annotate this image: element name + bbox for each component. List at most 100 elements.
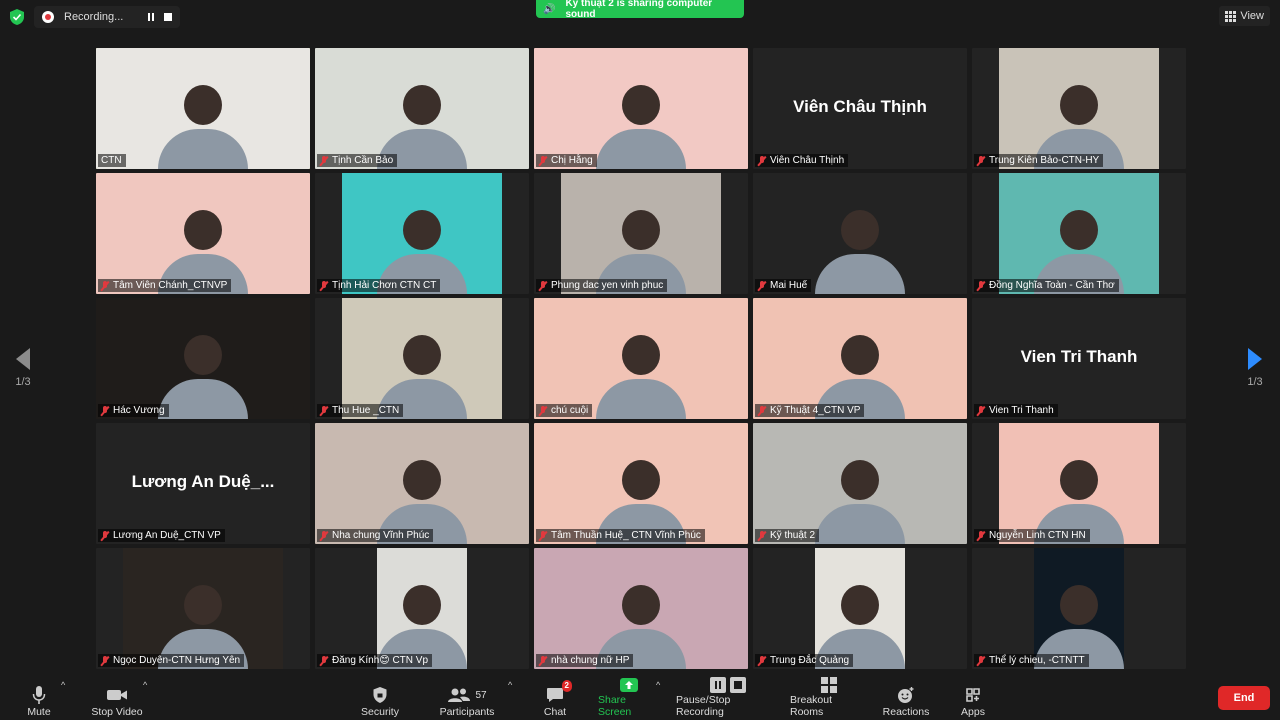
pause-stop-icon [709,676,747,694]
participant-tile[interactable]: Đăng Kính😊 CTN Vp [315,548,529,669]
participant-tile[interactable]: Phung dac yen vinh phuc [534,173,748,294]
share-options-caret-icon[interactable]: ^ [656,680,660,690]
next-page-button[interactable]: 1/3 [1240,348,1270,388]
stop-video-label: Stop Video [91,706,143,718]
participant-tile[interactable]: nhà chung nữ HP [534,548,748,669]
pause-recording-icon[interactable] [148,13,154,21]
participant-tile[interactable]: Trung Kiên Bảo-CTN-HY [972,48,1186,169]
participant-tile[interactable]: Tịnh Hải Chơn CTN CT [315,173,529,294]
participant-video [96,48,310,169]
stop-video-button[interactable]: Stop Video [90,676,144,718]
muted-microphone-icon [758,655,766,666]
security-shield-icon[interactable] [8,8,26,26]
apps-button[interactable]: Apps [958,676,988,718]
participant-tile[interactable]: Thu Hue _CTN [315,298,529,419]
participant-name-text: Kỹ thuật 2 [770,530,816,541]
participant-video [753,423,967,544]
apps-icon [964,684,982,706]
muted-microphone-icon [320,405,328,416]
chat-bubble-icon: 2 [546,680,572,706]
participant-name-label: Lương An Duệ_CTN VP [98,529,225,542]
participant-name-text: Tịnh Cần Bảo [332,155,394,166]
participant-name-label: Phung dac yen vinh phuc [536,279,668,292]
chat-button[interactable]: 2 Chat [542,676,572,718]
muted-microphone-icon [539,530,547,541]
participant-video [315,423,529,544]
smiley-face-icon [897,684,915,706]
participant-name-text: Kỹ Thuật 4_CTN VP [770,405,861,416]
pause-stop-label: Pause/Stop Recording [676,694,731,718]
participant-video [377,548,467,669]
muted-microphone-icon [320,530,328,541]
participant-name-label: Nha chung Vĩnh Phúc [317,529,434,542]
audio-options-caret-icon[interactable]: ^ [61,680,65,690]
participant-tile[interactable]: Tịnh Cần Bảo [315,48,529,169]
participants-icon: 57 [447,684,487,706]
muted-microphone-icon [320,155,328,166]
share-screen-button[interactable]: Share Screen [598,676,660,718]
stop-recording-icon[interactable] [164,13,172,21]
participant-tile[interactable]: Ngọc Duyên-CTN Hưng Yên [96,548,310,669]
participant-name-text: Tâm Viên Chánh_CTNVP [113,280,228,291]
sound-share-text: Kỹ thuật 2 is sharing computer sound [565,0,713,20]
participant-video [753,173,967,294]
end-meeting-button[interactable]: End [1218,686,1270,710]
muted-microphone-icon [101,280,109,291]
participant-video [96,298,310,419]
participant-name-text: Đồng Nghĩa Toàn - Cần Thơ [989,280,1115,291]
previous-page-button[interactable]: 1/3 [8,348,38,388]
person-silhouette-icon [596,85,686,169]
participant-video [561,173,721,294]
participant-tile[interactable]: Viên Châu Thịnh Viên Châu Thịnh [753,48,967,169]
muted-microphone-icon [977,155,985,166]
participant-tile[interactable]: Thể lý chieu, -CTNTT [972,548,1186,669]
participant-name-label: Tâm Viên Chánh_CTNVP [98,279,232,292]
participant-display-name: Viên Châu Thịnh [793,96,927,116]
participant-tile[interactable]: Kỹ thuật 2 [753,423,967,544]
participant-tile[interactable]: Đồng Nghĩa Toàn - Cần Thơ [972,173,1186,294]
participant-tile[interactable]: Trung Đắc Quảng [753,548,967,669]
participant-video [342,173,502,294]
participant-tile[interactable]: Hác Vương [96,298,310,419]
participant-tile[interactable]: Vien Tri Thanh Vien Tri Thanh [972,298,1186,419]
muted-microphone-icon [101,530,109,541]
chat-unread-badge: 2 [561,680,572,692]
participant-name-label: Vien Tri Thanh [974,404,1058,417]
participants-options-caret-icon[interactable]: ^ [508,680,512,690]
participant-tile[interactable]: Mai Huế [753,173,967,294]
participant-video [534,423,748,544]
participant-video [123,548,283,669]
participant-video [999,173,1159,294]
participant-tile[interactable]: Lương An Duệ_... Lương An Duệ_CTN VP [96,423,310,544]
participant-name-label: Tịnh Hải Chơn CTN CT [317,279,441,292]
participants-button[interactable]: 57 Participants [438,676,496,718]
participant-video [315,48,529,169]
mute-button[interactable]: Mute [24,676,54,718]
person-silhouette-icon [158,335,248,419]
participant-tile[interactable]: Tâm Viên Chánh_CTNVP [96,173,310,294]
participant-video [999,423,1159,544]
participant-tile[interactable]: Nguyễn Linh CTN HN [972,423,1186,544]
participant-name-label: Đăng Kính😊 CTN Vp [317,654,433,667]
video-options-caret-icon[interactable]: ^ [143,680,147,690]
participant-video [534,48,748,169]
participant-name-label: chú cuội [536,404,593,417]
participant-name-text: Tịnh Hải Chơn CTN CT [332,280,437,291]
pause-stop-recording-button[interactable]: Pause/Stop Recording [676,676,780,718]
breakout-rooms-button[interactable]: Breakout Rooms [790,676,868,718]
participant-tile[interactable]: Chị Hằng [534,48,748,169]
participant-video [1034,548,1124,669]
muted-microphone-icon [539,280,547,291]
security-button[interactable]: Security [358,676,402,718]
participant-name-text: Đăng Kính😊 CTN Vp [332,655,429,666]
participants-count: 57 [475,689,487,701]
participant-tile[interactable]: Nha chung Vĩnh Phúc [315,423,529,544]
participant-name-label: CTN [98,154,126,167]
breakout-rooms-label: Breakout Rooms [790,694,833,718]
participant-tile[interactable]: CTN [96,48,310,169]
reactions-button[interactable]: Reactions [882,676,930,718]
view-button[interactable]: View [1219,6,1270,26]
participant-tile[interactable]: Tâm Thuần Huệ_ CTN Vĩnh Phúc [534,423,748,544]
participant-tile[interactable]: chú cuội [534,298,748,419]
participant-tile[interactable]: Kỹ Thuật 4_CTN VP [753,298,967,419]
